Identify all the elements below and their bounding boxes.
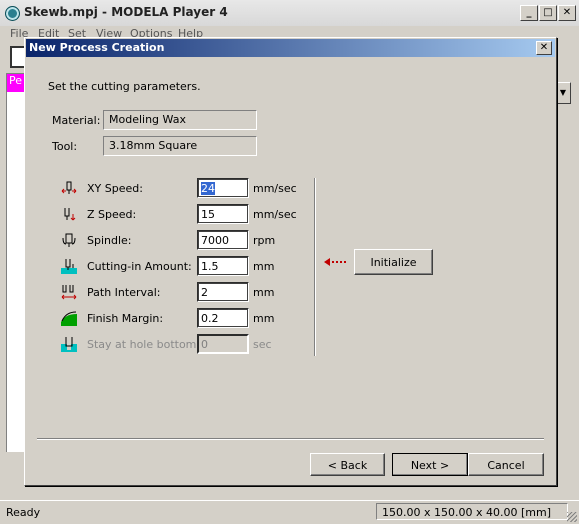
process-tab[interactable]: Pe xyxy=(6,73,26,93)
z-speed-icon xyxy=(64,208,76,221)
stay-hole-icon xyxy=(61,337,77,352)
path-interval-input[interactable] xyxy=(197,282,249,302)
app-right-panel xyxy=(556,104,571,444)
xy-speed-unit: mm/sec xyxy=(253,182,297,195)
cutting-in-label: Cutting-in Amount: xyxy=(87,260,192,273)
next-button[interactable]: Next > xyxy=(392,453,468,476)
z-speed-label: Z Speed: xyxy=(87,208,137,221)
stay-hole-label: Stay at hole bottom: xyxy=(87,338,201,351)
xy-speed-icon xyxy=(61,181,77,194)
path-interval-label: Path Interval: xyxy=(87,286,161,299)
instruction-text: Set the cutting parameters. xyxy=(48,80,201,93)
cutting-in-icon xyxy=(61,259,77,274)
xy-speed-label: XY Speed: xyxy=(87,182,143,195)
cutting-in-unit: mm xyxy=(253,260,275,273)
cancel-button[interactable]: Cancel xyxy=(468,453,544,476)
xy-speed-input[interactable] xyxy=(197,178,249,198)
stay-hole-unit: sec xyxy=(253,338,272,351)
status-bar: Ready 150.00 x 150.00 x 40.00 [mm] xyxy=(0,500,579,524)
finish-margin-unit: mm xyxy=(253,312,275,325)
spindle-label: Spindle: xyxy=(87,234,132,247)
tool-field: 3.18mm Square xyxy=(103,136,257,156)
spindle-input[interactable] xyxy=(197,230,249,250)
z-speed-input[interactable] xyxy=(197,204,249,224)
stay-hole-input[interactable] xyxy=(197,334,249,354)
vertical-divider xyxy=(314,178,316,356)
app-title-bar: Skewb.mpj - MODELA Player 4 _ □ ✕ xyxy=(0,0,579,27)
chevron-down-icon[interactable]: ▼ xyxy=(555,82,571,104)
initialize-button[interactable]: Initialize xyxy=(354,249,433,275)
finish-margin-label: Finish Margin: xyxy=(87,312,164,325)
tool-label: Tool: xyxy=(52,140,78,153)
dialog-close-button[interactable]: ✕ xyxy=(536,41,552,55)
spindle-unit: rpm xyxy=(253,234,276,247)
minimize-button[interactable]: _ xyxy=(520,5,538,21)
app-title: Skewb.mpj - MODELA Player 4 xyxy=(24,5,228,19)
material-field: Modeling Wax xyxy=(103,110,257,130)
cutting-in-input[interactable] xyxy=(197,256,249,276)
finish-margin-input[interactable] xyxy=(197,308,249,328)
app-close-button[interactable]: ✕ xyxy=(558,5,576,21)
back-button[interactable]: < Back xyxy=(310,453,385,476)
status-dimensions: 150.00 x 150.00 x 40.00 [mm] xyxy=(376,503,568,520)
process-tab-label: Pe xyxy=(9,74,23,87)
resize-grip-icon[interactable] xyxy=(567,512,577,522)
app-logo-icon xyxy=(5,6,20,21)
app-left-panel xyxy=(6,92,25,452)
new-process-dialog: New Process Creation ✕ Set the cutting p… xyxy=(24,37,557,486)
maximize-button[interactable]: □ xyxy=(539,5,557,21)
arrow-left-icon xyxy=(324,258,346,266)
bottom-divider xyxy=(37,438,544,440)
dialog-title: New Process Creation xyxy=(29,41,165,54)
path-interval-icon xyxy=(61,285,77,300)
z-speed-unit: mm/sec xyxy=(253,208,297,221)
dialog-title-bar: New Process Creation ✕ xyxy=(26,39,555,57)
status-text: Ready xyxy=(6,506,41,519)
finish-margin-icon xyxy=(61,311,77,326)
spindle-icon xyxy=(62,233,76,247)
path-interval-unit: mm xyxy=(253,286,275,299)
material-label: Material: xyxy=(52,114,101,127)
